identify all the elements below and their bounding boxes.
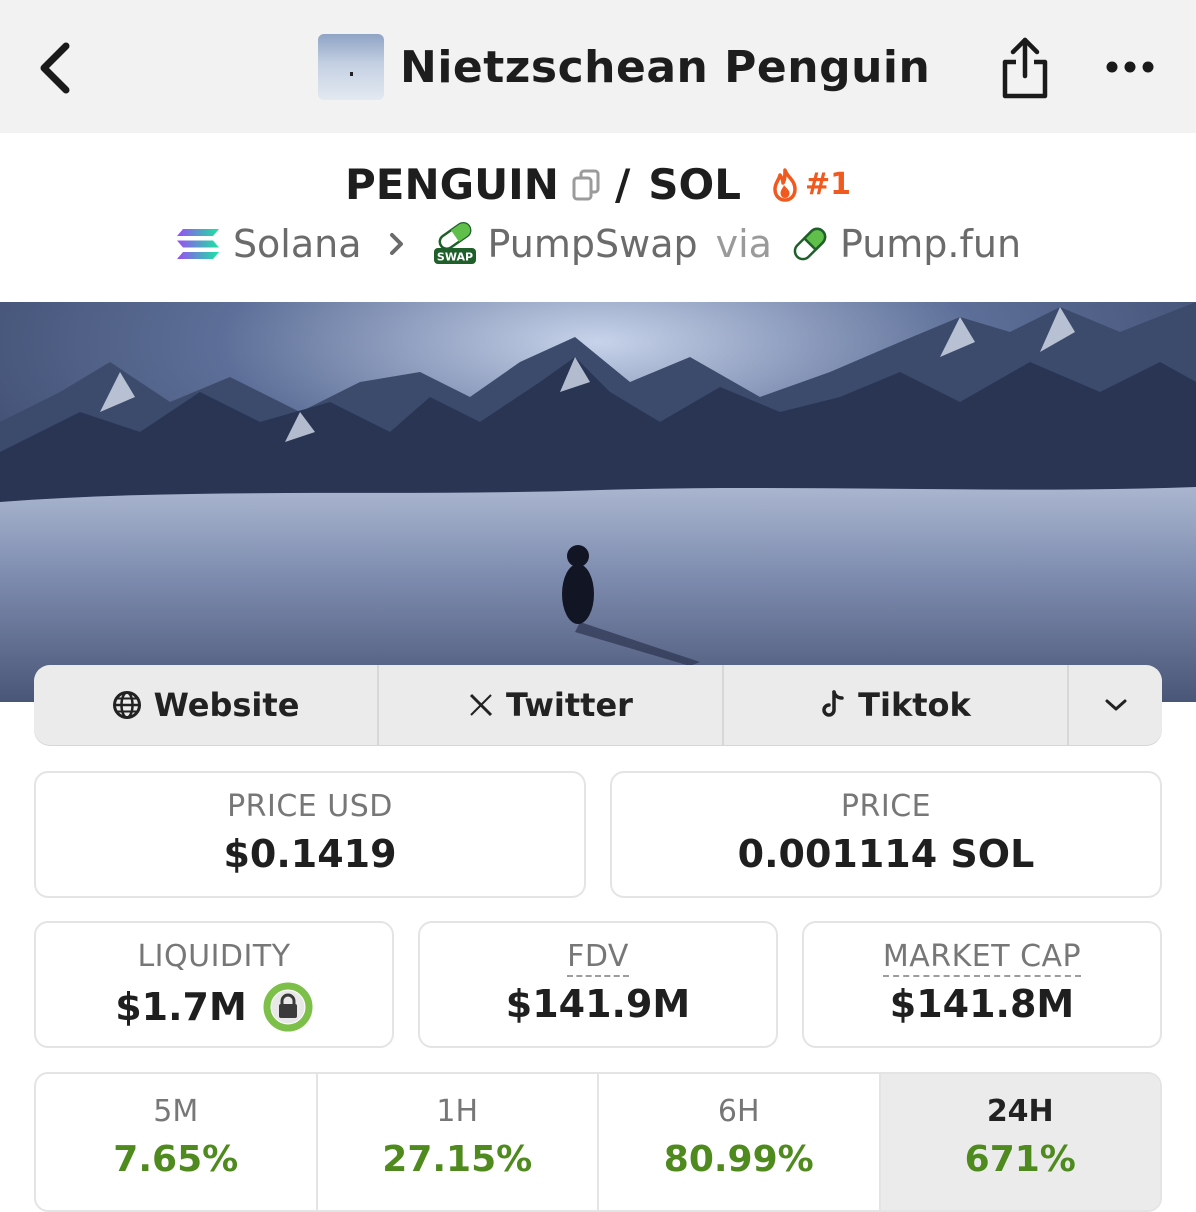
timeframe-label: 6H (717, 1094, 760, 1129)
chevron-down-icon (1105, 699, 1126, 711)
back-button[interactable] (36, 40, 80, 96)
globe-icon (112, 691, 141, 719)
price-native-value: 0.001114 SOL (737, 832, 1035, 876)
banner-artwork (0, 302, 1196, 702)
liquidity-value-row: $1.7M (36, 982, 392, 1032)
trending-rank-badge[interactable]: #1 (771, 167, 851, 202)
liquidity-label: LIQUIDITY (137, 939, 291, 974)
more-horizontal-icon (1106, 61, 1154, 73)
pair-separator: / (614, 160, 631, 209)
timeframe-label: 5M (153, 1094, 199, 1129)
timeframe-tab-5m[interactable]: 5M 7.65% (36, 1074, 318, 1210)
price-usd-card: PRICE USD $0.1419 (34, 771, 586, 898)
chain-network-label: Solana (232, 222, 362, 266)
timeframe-label: 1H (436, 1094, 479, 1129)
price-usd-label: PRICE USD (227, 789, 393, 824)
timeframe-change: 27.15% (382, 1139, 533, 1180)
tiktok-link-button[interactable]: Tiktok (724, 665, 1069, 745)
timeframe-label: 24H (986, 1094, 1054, 1129)
dex-name-label: PumpSwap (487, 222, 698, 266)
dex-name[interactable]: SWAP PumpSwap (432, 222, 698, 266)
chain-network[interactable]: Solana (175, 222, 362, 266)
copy-icon[interactable] (571, 169, 601, 201)
timeframe-tab-1h[interactable]: 1H 27.15% (318, 1074, 599, 1210)
share-button[interactable] (1000, 36, 1050, 100)
fdv-value: $141.9M (505, 982, 691, 1026)
chevron-left-icon (40, 42, 70, 94)
token-avatar (318, 34, 384, 100)
market-cap-value: $141.8M (889, 982, 1075, 1026)
page-title: Nietzschean Penguin (400, 41, 931, 93)
more-button[interactable] (1104, 58, 1156, 76)
top-bar: Nietzschean Penguin (0, 0, 1196, 133)
twitter-link-button[interactable]: Twitter (379, 665, 724, 745)
timeframe-change: 7.65% (113, 1139, 239, 1180)
tiktok-icon (822, 690, 844, 717)
twitter-link-label: Twitter (506, 686, 633, 724)
via-label: via (715, 222, 772, 266)
fdv-card: FDV $141.9M (418, 921, 778, 1048)
solana-logo-icon (176, 229, 219, 259)
market-cap-card: MARKET CAP $141.8M (802, 921, 1162, 1048)
timeframe-tab-24h[interactable]: 24H 671% (880, 1074, 1160, 1210)
tiktok-link-label: Tiktok (858, 686, 971, 724)
website-link-button[interactable]: Website (34, 665, 379, 745)
dex-badge-text: SWAP (436, 251, 472, 264)
rank-text: #1 (805, 167, 852, 202)
flame-icon (773, 167, 797, 202)
pill-icon (793, 227, 827, 261)
share-icon (1002, 37, 1048, 99)
launchpad-name[interactable]: Pump.fun (790, 222, 1021, 266)
x-logo-icon (469, 693, 493, 717)
base-token-symbol: PENGUIN (344, 160, 559, 209)
pumpswap-logo-icon: SWAP (433, 222, 476, 264)
launchpad-label: Pump.fun (839, 222, 1022, 266)
market-cap-label-wrap: MARKET CAP (804, 939, 1160, 977)
market-cap-label[interactable]: MARKET CAP (882, 939, 1082, 977)
liquidity-value: $1.7M (115, 985, 247, 1029)
liquidity-card: LIQUIDITY $1.7M (34, 921, 394, 1048)
social-links-bar: Website Twitter Tiktok (34, 665, 1162, 745)
token-banner-image (0, 302, 1196, 702)
price-native-label: PRICE (840, 789, 932, 824)
pair-header: PENGUIN / SOL #1 (0, 160, 1196, 209)
chevron-right-icon (389, 233, 403, 255)
price-change-tabs: 5M 7.65% 1H 27.15% 6H 80.99% 24H 671% (34, 1072, 1162, 1212)
fdv-label-wrap: FDV (420, 939, 776, 977)
price-native-card: PRICE 0.001114 SOL (610, 771, 1162, 898)
more-links-button[interactable] (1069, 665, 1162, 745)
timeframe-tab-6h[interactable]: 6H 80.99% (599, 1074, 881, 1210)
token-title: Nietzschean Penguin (318, 33, 930, 101)
price-usd-value: $0.1419 (223, 832, 397, 876)
website-link-label: Website (153, 686, 300, 724)
chain-breadcrumb: Solana SWAP PumpSwap via Pump.fun (0, 222, 1196, 266)
quote-token-symbol: SOL (648, 160, 742, 209)
lock-icon[interactable] (263, 982, 313, 1032)
timeframe-change: 671% (964, 1139, 1076, 1180)
timeframe-change: 80.99% (663, 1139, 814, 1180)
fdv-label[interactable]: FDV (567, 939, 629, 977)
